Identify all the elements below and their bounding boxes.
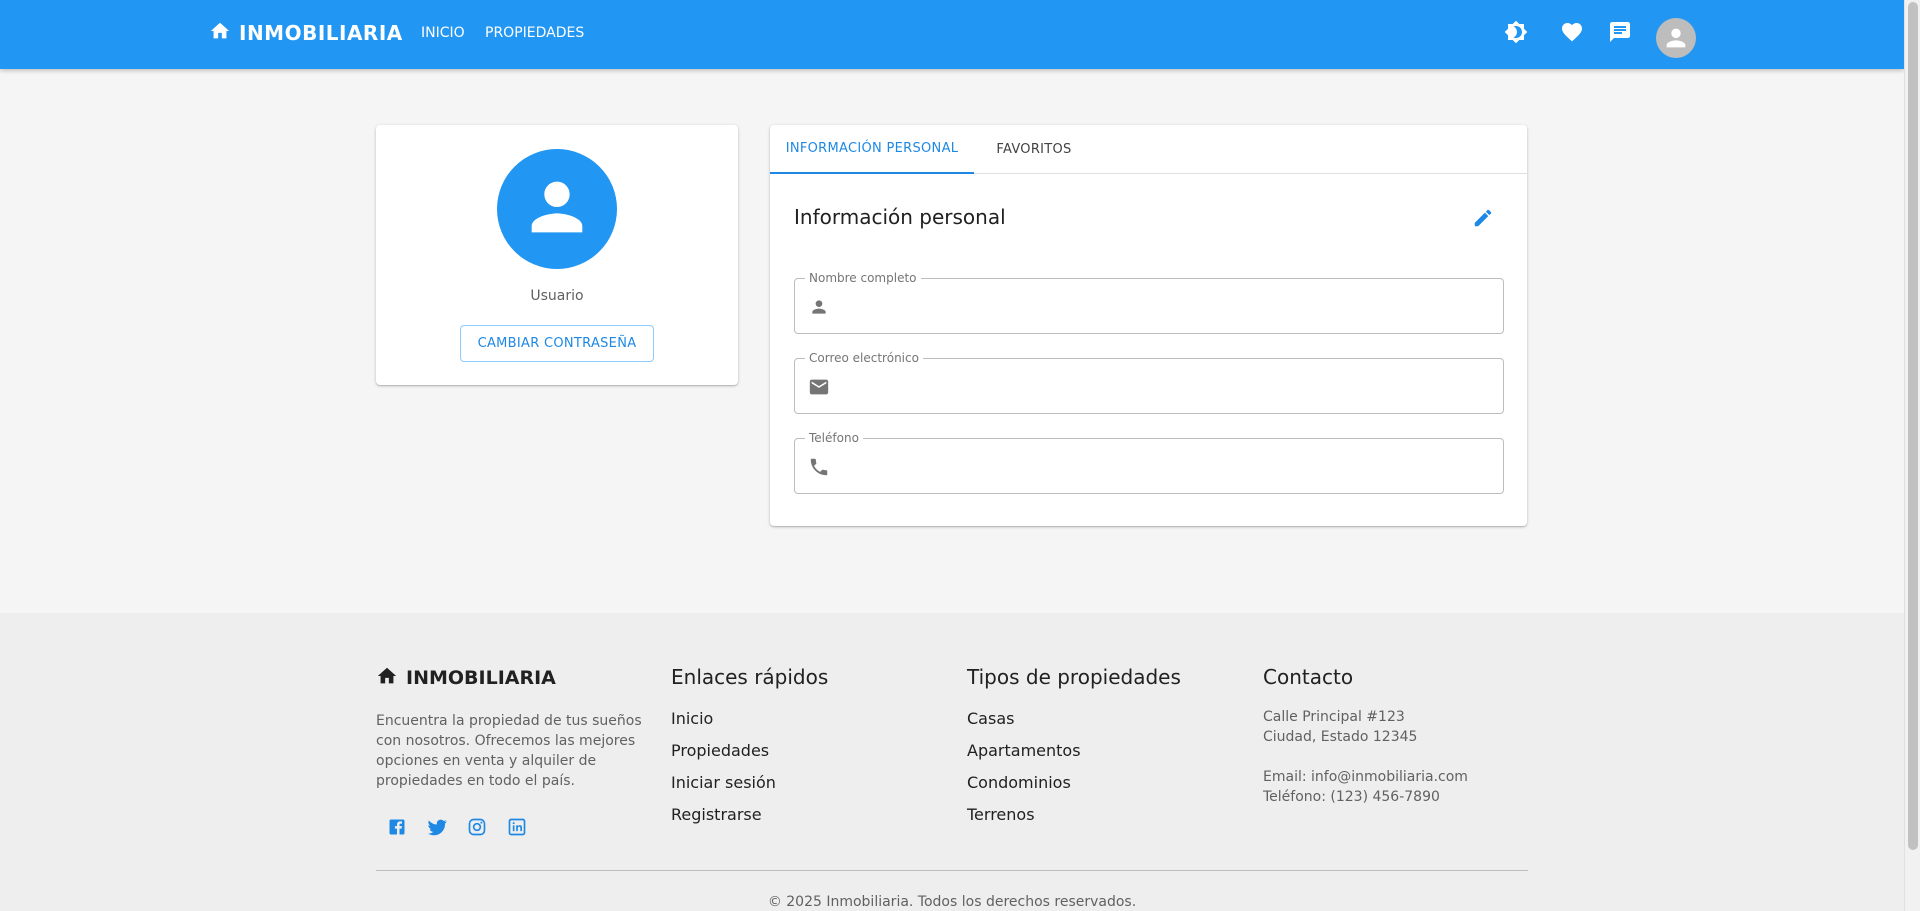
brand-name: INMOBILIARIA — [239, 21, 403, 45]
footer-link-registrarse[interactable]: Registrarse — [671, 803, 828, 835]
phone-icon — [807, 455, 831, 479]
contact-heading: Contacto — [1263, 665, 1354, 689]
facebook-icon[interactable] — [385, 815, 409, 839]
full-name-label: Nombre completo — [805, 271, 921, 285]
footer: INMOBILIARIA Encuentra la propiedad de t… — [0, 613, 1904, 911]
footer-link-iniciar-sesion[interactable]: Iniciar sesión — [671, 771, 828, 803]
favorites-heart-icon[interactable] — [1559, 19, 1585, 45]
property-types-column: Tipos de propiedades Casas Apartamentos … — [967, 665, 1181, 835]
tab-favoritos[interactable]: FAVORITOS — [974, 125, 1094, 174]
contact-column: Contacto Calle Principal #123 Ciudad, Es… — [1263, 665, 1468, 807]
section-title: Información personal — [794, 205, 1006, 229]
scrollbar-thumb[interactable] — [1908, 2, 1918, 850]
nav-propiedades[interactable]: PROPIEDADES — [485, 25, 584, 41]
footer-description: Encuentra la propiedad de tus sueños con… — [376, 713, 642, 789]
property-types-heading: Tipos de propiedades — [967, 665, 1181, 689]
pencil-icon[interactable] — [1471, 206, 1495, 230]
footer-link-apartamentos[interactable]: Apartamentos — [967, 739, 1181, 771]
footer-link-inicio[interactable]: Inicio — [671, 707, 828, 739]
copyright: © 2025 Inmobiliaria. Todos los derechos … — [767, 894, 1137, 910]
contact-phone: Teléfono: (123) 456-7890 — [1263, 789, 1440, 805]
email-input[interactable] — [843, 369, 1493, 403]
quick-links-column: Enlaces rápidos Inicio Propiedades Inici… — [671, 665, 828, 835]
address-line-2: Ciudad, Estado 12345 — [1263, 729, 1418, 745]
linkedin-icon[interactable] — [505, 815, 529, 839]
quick-links-heading: Enlaces rápidos — [671, 665, 829, 689]
personal-info-card: INFORMACIÓN PERSONAL FAVORITOS Informaci… — [770, 125, 1527, 526]
footer-divider — [376, 870, 1528, 871]
email-field: Correo electrónico — [794, 351, 1504, 414]
footer-brand-name: INMOBILIARIA — [406, 667, 556, 689]
social-links — [385, 815, 529, 839]
tab-informacion-personal[interactable]: INFORMACIÓN PERSONAL — [770, 125, 974, 174]
full-name-field: Nombre completo — [794, 271, 1504, 334]
mail-icon — [807, 375, 831, 399]
footer-link-propiedades[interactable]: Propiedades — [671, 739, 828, 771]
home-icon — [209, 20, 231, 46]
phone-input[interactable] — [843, 449, 1493, 483]
instagram-icon[interactable] — [465, 815, 489, 839]
address-line-1: Calle Principal #123 — [1263, 709, 1405, 725]
footer-link-casas[interactable]: Casas — [967, 707, 1181, 739]
person-icon — [519, 169, 595, 249]
profile-card: Usuario CAMBIAR CONTRASEÑA — [376, 125, 738, 385]
footer-brand: INMOBILIARIA — [376, 665, 556, 691]
theme-toggle-icon[interactable] — [1503, 19, 1529, 45]
user-avatar-icon[interactable] — [1656, 18, 1696, 58]
page-scrollbar[interactable] — [1904, 0, 1920, 911]
app-bar: INMOBILIARIA INICIO PROPIEDADES — [0, 0, 1904, 69]
full-name-input[interactable] — [843, 289, 1493, 323]
contact-email: Email: info@inmobiliaria.com — [1263, 769, 1468, 785]
nav-inicio[interactable]: INICIO — [421, 25, 465, 41]
profile-avatar — [497, 149, 617, 269]
messages-icon[interactable] — [1607, 19, 1633, 45]
phone-label: Teléfono — [805, 431, 863, 445]
phone-field: Teléfono — [794, 431, 1504, 494]
profile-tabs: INFORMACIÓN PERSONAL FAVORITOS — [770, 125, 1527, 174]
email-label: Correo electrónico — [805, 351, 923, 365]
person-icon — [807, 295, 831, 319]
profile-username: Usuario — [530, 288, 584, 304]
brand-logo[interactable]: INMOBILIARIA — [209, 20, 403, 46]
change-password-button[interactable]: CAMBIAR CONTRASEÑA — [460, 325, 654, 362]
footer-link-condominios[interactable]: Condominios — [967, 771, 1181, 803]
twitter-icon[interactable] — [425, 815, 449, 839]
home-icon — [376, 665, 398, 691]
footer-link-terrenos[interactable]: Terrenos — [967, 803, 1181, 835]
